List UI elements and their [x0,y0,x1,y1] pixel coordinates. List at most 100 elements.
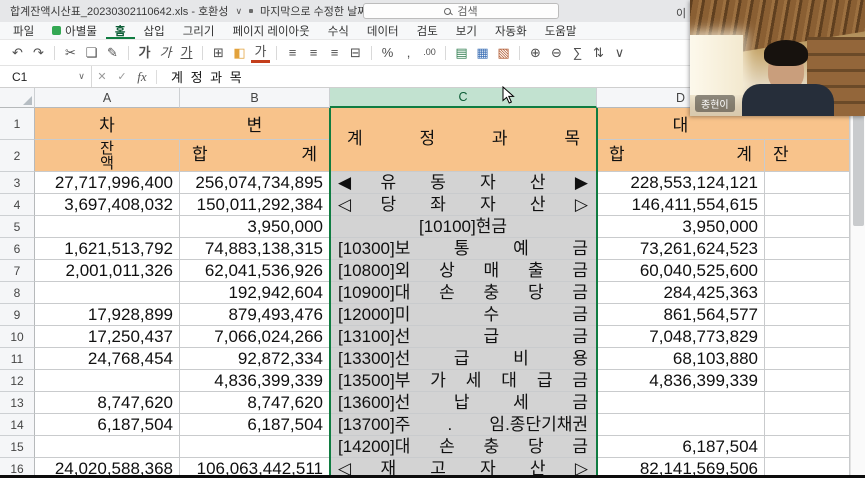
cell-account-name[interactable]: [12000]미 수 금 [330,304,597,326]
row-header[interactable]: 4 [0,194,35,216]
cell-debit-total[interactable]: 7,066,024,266 [180,326,330,348]
cell-credit-total[interactable]: 861,564,577 [597,304,765,326]
ribbon-options-icon[interactable]: ∨ [610,43,629,63]
insert-cells-icon[interactable]: ⊕ [526,43,545,63]
cell-credit-total[interactable]: 73,261,624,523 [597,238,765,260]
cell-credit-balance[interactable] [765,326,850,348]
autosum-icon[interactable]: ∑ [568,43,587,63]
fill-color-icon[interactable]: ◧ [230,43,249,63]
percent-style-icon[interactable]: % [378,43,397,63]
delete-cells-icon[interactable]: ⊖ [547,43,566,63]
cell-debit-balance[interactable] [35,282,180,304]
cell-debit-balance[interactable]: 27,717,996,400 [35,172,180,194]
cell-credit-total[interactable]: 60,040,525,600 [597,260,765,282]
cell-account-name[interactable]: [13700]주 . 임.종단기채권 [330,414,597,436]
cell-credit-total[interactable]: 6,187,504 [597,436,765,458]
cell-debit-balance[interactable]: 17,250,437 [35,326,180,348]
ribbon-tab-review[interactable]: 검토 [408,22,447,39]
row-header[interactable]: 14 [0,414,35,436]
name-box[interactable]: C1 [0,66,72,87]
cell-debit-total[interactable]: 879,493,476 [180,304,330,326]
row-header[interactable]: 10 [0,326,35,348]
column-header-b[interactable]: B [180,88,330,108]
bold-icon[interactable]: 가 [135,43,154,63]
cell-account-name[interactable]: ◁당 좌 자 산▷ [330,194,597,216]
cell-credit-balance[interactable] [765,370,850,392]
cell-account-name[interactable]: [13600]선 납 세 금 [330,392,597,414]
cell-debit-total[interactable]: 74,883,138,315 [180,238,330,260]
enter-icon[interactable]: ✓ [112,70,132,83]
insert-function-icon[interactable]: fx [132,69,152,85]
cell-credit-balance[interactable] [765,348,850,370]
cell-credit-balance[interactable] [765,282,850,304]
cell-credit-balance[interactable] [765,194,850,216]
cell-account-name[interactable]: [13300]선 급 비 용 [330,348,597,370]
row-header[interactable]: 1 [0,108,35,140]
cell-credit-total[interactable] [597,414,765,436]
cell-a1[interactable]: 차 [35,108,180,140]
cell-debit-total[interactable]: 192,942,604 [180,282,330,304]
align-left-icon[interactable]: ≡ [283,43,302,63]
cell-credit-total[interactable]: 68,103,880 [597,348,765,370]
cell-debit-balance[interactable]: 2,001,011,326 [35,260,180,282]
ribbon-tab-file[interactable]: 파일 [4,22,43,39]
select-all-button[interactable] [0,88,35,108]
undo-icon[interactable]: ↶ [8,43,27,63]
cell-debit-balance[interactable]: 6,187,504 [35,414,180,436]
ribbon-tab-insert[interactable]: 삽입 [135,22,174,39]
column-header-c-selected[interactable]: C [330,88,597,108]
cell-a2[interactable]: 잔 액 [35,140,180,172]
cell-credit-balance[interactable] [765,260,850,282]
row-header[interactable]: 2 [0,140,35,172]
cell-debit-balance[interactable]: 1,621,513,792 [35,238,180,260]
cell-debit-balance[interactable]: 17,928,899 [35,304,180,326]
scrollbar-thumb[interactable] [853,108,864,226]
sort-filter-icon[interactable]: ⇅ [589,43,608,63]
cell-credit-total[interactable]: 228,553,124,121 [597,172,765,194]
cell-account-name[interactable]: [13100]선 급 금 [330,326,597,348]
cell-credit-balance[interactable] [765,172,850,194]
borders-icon[interactable]: ⊞ [209,43,228,63]
cell-credit-balance[interactable] [765,436,850,458]
name-box-dropdown-icon[interactable]: ∨ [72,66,92,87]
cell-account-name[interactable]: [10800]외 상 매 출 금 [330,260,597,282]
cell-credit-total[interactable]: 4,836,399,339 [597,370,765,392]
cut-icon[interactable]: ✂ [61,43,80,63]
cell-credit-total[interactable] [597,392,765,414]
cell-account-name[interactable]: [10300]보 통 예 금 [330,238,597,260]
ribbon-tab-help[interactable]: 도움말 [536,22,586,39]
cell-debit-total[interactable] [180,436,330,458]
merge-center-icon[interactable]: ⊟ [346,43,365,63]
ribbon-tab-formulas[interactable]: 수식 [319,22,358,39]
search-box[interactable]: 검색 [363,3,559,19]
cell-debit-balance[interactable] [35,370,180,392]
cell-debit-total[interactable]: 3,950,000 [180,216,330,238]
underline-icon[interactable]: 가 [177,43,196,63]
row-header[interactable]: 8 [0,282,35,304]
formula-content[interactable]: 계 정 과 목 [171,67,244,86]
cell-debit-total[interactable]: 6,187,504 [180,414,330,436]
cell-credit-total[interactable]: 284,425,363 [597,282,765,304]
row-header[interactable]: 9 [0,304,35,326]
italic-icon[interactable]: 가 [156,43,175,63]
ribbon-tab-data[interactable]: 데이터 [358,22,408,39]
cell-account-name[interactable]: [10100]현금 [330,216,597,238]
column-header-a[interactable]: A [35,88,180,108]
row-header[interactable]: 12 [0,370,35,392]
align-center-icon[interactable]: ≡ [304,43,323,63]
decimal-icon[interactable]: .00 [420,43,439,63]
cell-b1[interactable]: 변 [180,108,330,140]
row-header[interactable]: 5 [0,216,35,238]
cell-account-name[interactable]: ◀유 동 자 산▶ [330,172,597,194]
cell-b2[interactable]: 합 계 [180,140,330,172]
row-header[interactable]: 3 [0,172,35,194]
ribbon-tab-view[interactable]: 보기 [447,22,486,39]
copy-icon[interactable]: ❏ [82,43,101,63]
format-as-table-icon[interactable]: ▦ [473,43,492,63]
cell-credit-total[interactable]: 3,950,000 [597,216,765,238]
cell-credit-balance[interactable] [765,216,850,238]
cell-debit-balance[interactable]: 3,697,408,032 [35,194,180,216]
cell-debit-balance[interactable]: 8,747,620 [35,392,180,414]
ribbon-tab-automate[interactable]: 자동화 [486,22,536,39]
ribbon-tab-draw[interactable]: 그리기 [174,22,224,39]
